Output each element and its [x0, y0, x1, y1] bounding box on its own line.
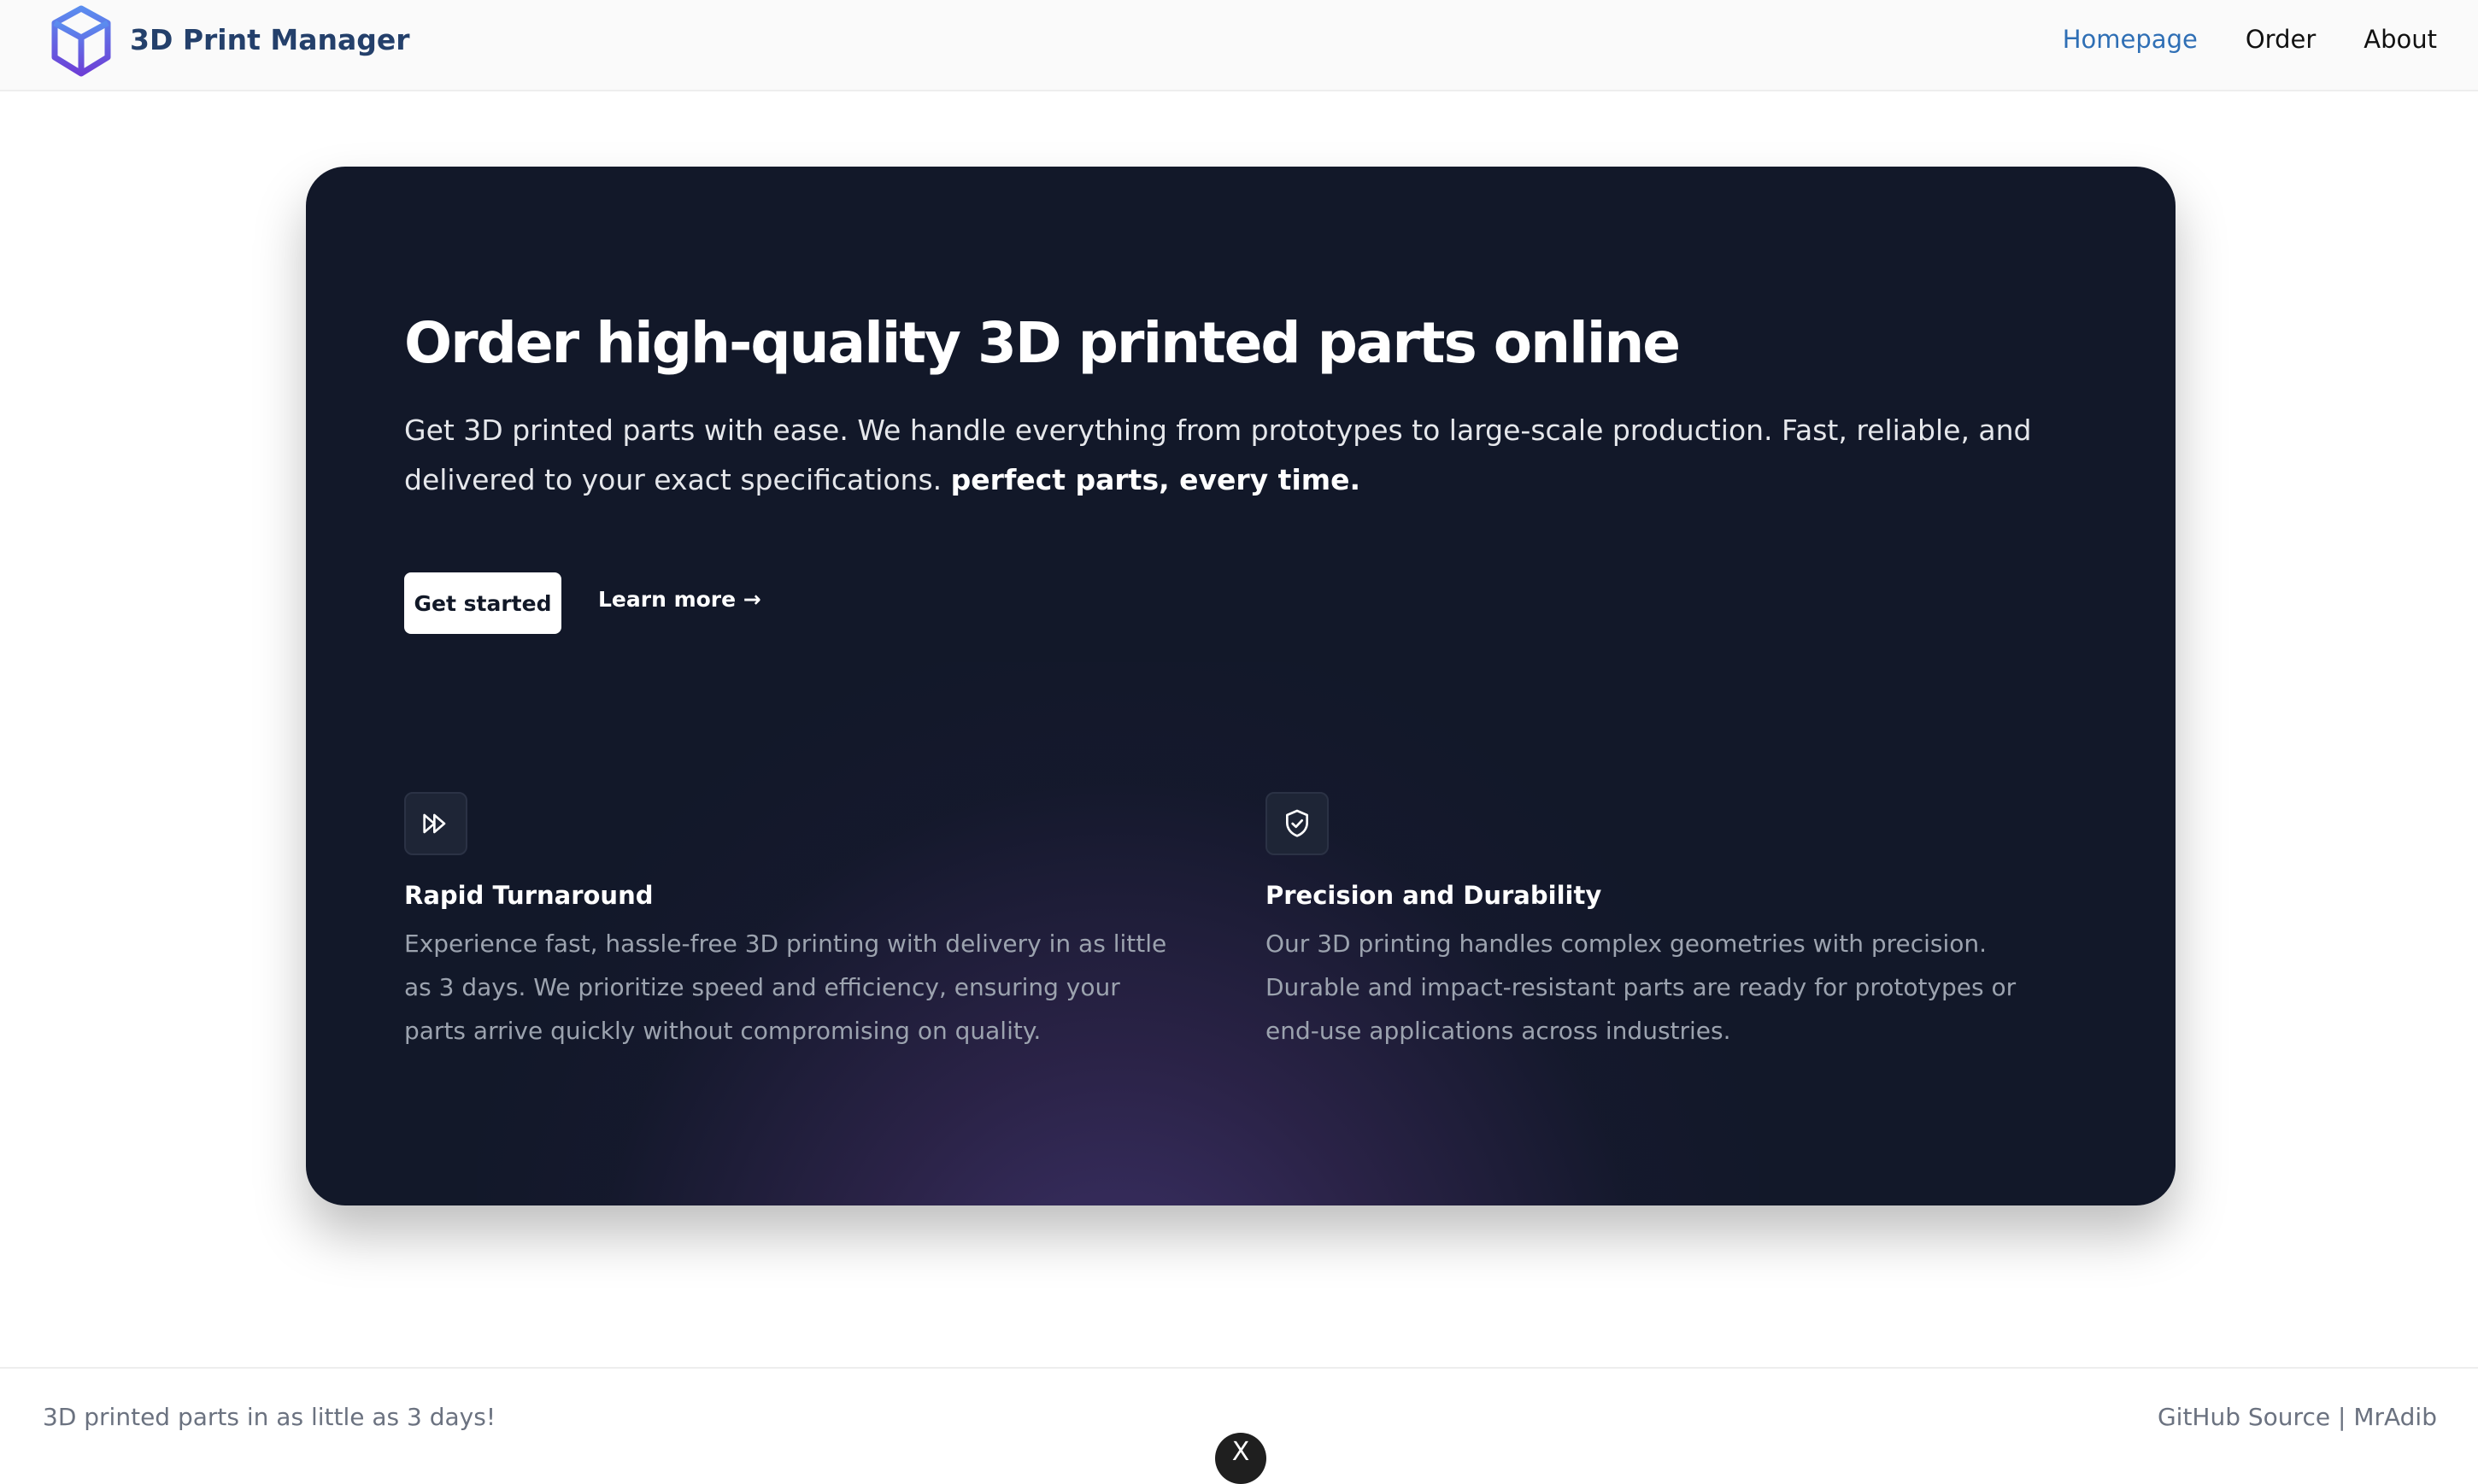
- footer-links: GitHub Source | MrAdib: [2158, 1403, 2437, 1431]
- feature-title: Rapid Turnaround: [404, 881, 654, 910]
- nav-homepage[interactable]: Homepage: [2063, 25, 2198, 54]
- feature-icon-box: [404, 792, 467, 855]
- feature-description: Experience fast, hassle-free 3D printing…: [404, 930, 1167, 1045]
- author-link[interactable]: MrAdib: [2353, 1403, 2437, 1431]
- close-icon: X: [1231, 1437, 1250, 1467]
- cube-icon[interactable]: [50, 5, 113, 79]
- feature-title: Precision and Durability: [1265, 881, 1602, 910]
- footer-tagline: 3D printed parts in as little as 3 days!: [43, 1403, 496, 1431]
- get-started-button[interactable]: Get started: [404, 572, 561, 634]
- feature-precision-durability: Precision and Durability Our 3D printing…: [1265, 792, 2043, 1053]
- nav-order[interactable]: Order: [2246, 25, 2316, 54]
- hero-title: Order high-quality 3D printed parts onli…: [404, 310, 1681, 376]
- hero-card: Order high-quality 3D printed parts onli…: [306, 167, 2176, 1205]
- nav-about[interactable]: About: [2363, 25, 2437, 54]
- learn-more-link[interactable]: Learn more →: [598, 587, 761, 612]
- hero-description-emphasis: perfect parts, every time.: [950, 463, 1361, 496]
- feature-icon-box: [1265, 792, 1329, 855]
- site-header: 3D Print Manager Homepage Order About: [0, 0, 2478, 91]
- close-button[interactable]: X: [1215, 1433, 1266, 1484]
- main-nav: Homepage Order About: [2063, 25, 2437, 54]
- feature-description: Our 3D printing handles complex geometri…: [1265, 930, 2017, 1045]
- feature-rapid-turnaround: Rapid Turnaround Experience fast, hassle…: [404, 792, 1182, 1053]
- hero-description: Get 3D printed parts with ease. We handl…: [404, 406, 2070, 505]
- shield-check-icon: [1286, 809, 1308, 837]
- site-footer: 3D printed parts in as little as 3 days!…: [0, 1367, 2478, 1484]
- brand-name[interactable]: 3D Print Manager: [130, 23, 410, 56]
- footer-separator: |: [2337, 1403, 2346, 1431]
- fast-forward-icon: [423, 813, 446, 834]
- github-source-link[interactable]: GitHub Source: [2158, 1403, 2330, 1431]
